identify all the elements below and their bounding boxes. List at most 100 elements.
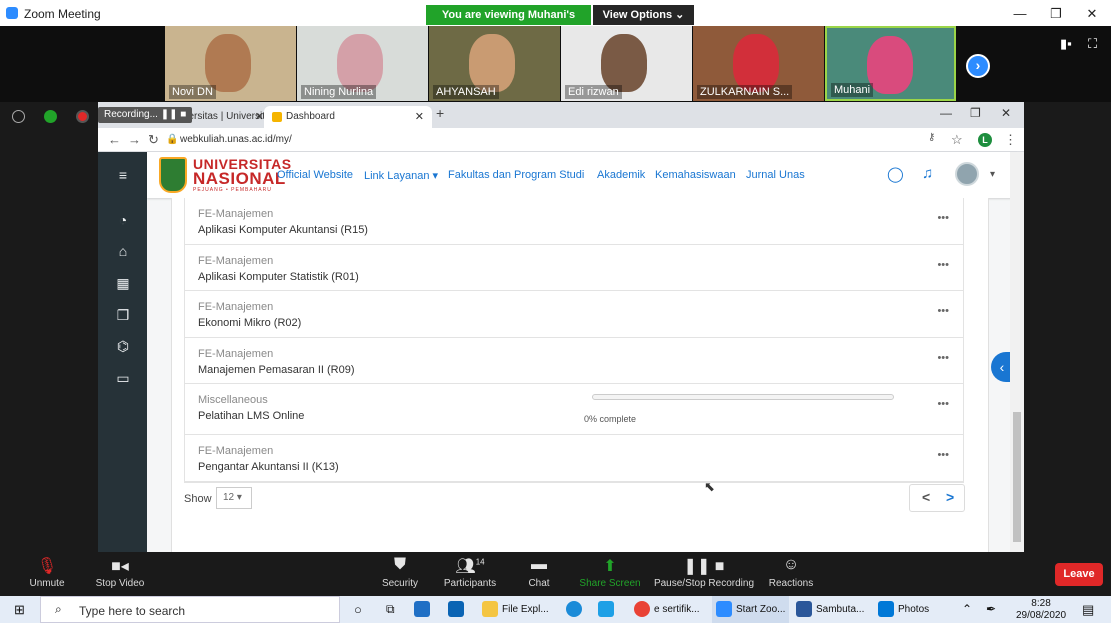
pause-stop-recording-button[interactable]: ❚❚ ■ Pause/Stop Recording xyxy=(652,556,756,589)
mail-icon[interactable] xyxy=(448,596,468,623)
taskbar-app[interactable]: Photos xyxy=(878,596,929,623)
page-size-select[interactable]: 12 ▾ xyxy=(216,487,252,509)
files-icon[interactable]: ❐ xyxy=(115,307,131,324)
bookmark-star-icon[interactable]: ☆ xyxy=(951,132,963,148)
reactions-label: Reactions xyxy=(768,578,814,589)
user-menu-caret-icon[interactable]: ▾ xyxy=(990,169,995,180)
page-scrollbar[interactable] xyxy=(1010,152,1024,552)
minimize-icon[interactable]: — xyxy=(1010,6,1030,21)
participant-tile-active-speaker[interactable]: Muhani xyxy=(825,26,956,101)
tab-close-icon[interactable]: ✕ xyxy=(415,106,424,128)
hamburger-menu-icon[interactable]: ≡ xyxy=(115,167,131,183)
list-item[interactable]: FE-Manajemen Aplikasi Komputer Akuntansi… xyxy=(185,198,963,245)
course-title[interactable]: Aplikasi Komputer Statistik (R01) xyxy=(198,271,359,283)
user-avatar[interactable] xyxy=(955,162,979,186)
calendar-icon[interactable]: ▦ xyxy=(115,275,131,292)
participants-button[interactable]: 👥︎14 Participants xyxy=(440,556,500,589)
browser-minimize-icon[interactable]: — xyxy=(940,106,952,120)
new-tab-icon[interactable]: + xyxy=(436,105,444,121)
recording-pill[interactable]: Recording... ❚❚ ■ xyxy=(98,107,193,123)
close-icon[interactable]: ✕ xyxy=(1082,6,1102,22)
fullscreen-icon[interactable]: ⛶ xyxy=(1088,36,1097,52)
key-icon[interactable]: ⚷ xyxy=(928,132,935,143)
taskbar-search-box[interactable]: ⌕ Type here to search xyxy=(40,596,340,623)
taskbar-app[interactable]: Sambuta... xyxy=(796,596,864,623)
stop-video-button[interactable]: ■◂ Stop Video xyxy=(90,556,150,589)
course-title[interactable]: Manajemen Pemasaran II (R09) xyxy=(198,364,355,376)
participant-tile[interactable]: AHYANSAH xyxy=(429,26,560,101)
store-icon[interactable] xyxy=(414,596,434,623)
dashboard-gauge-icon[interactable]: ◔ xyxy=(115,212,131,228)
taskbar-clock[interactable]: 8:28 29/08/2020 xyxy=(1016,598,1066,622)
course-title[interactable]: Ekonomi Mikro (R02) xyxy=(198,317,301,329)
view-options-button[interactable]: View Options ⌄ xyxy=(593,5,694,25)
chat-button[interactable]: ▬ Chat xyxy=(522,556,556,589)
reactions-button[interactable]: ☺ Reactions xyxy=(766,556,816,589)
windows-start-icon[interactable]: ⊞ xyxy=(14,596,25,623)
university-logo[interactable] xyxy=(159,157,187,193)
unmute-button[interactable]: 🎙︎ Unmute xyxy=(22,556,72,589)
participant-tile[interactable]: Novi DN xyxy=(165,26,296,101)
messages-icon[interactable]: ◯ xyxy=(887,165,904,183)
list-item[interactable]: FE-Manajemen Ekonomi Mikro (R02) ••• xyxy=(185,291,963,338)
notifications-bell-icon[interactable]: ♫ xyxy=(922,165,933,182)
course-actions-icon[interactable]: ••• xyxy=(937,305,949,317)
nav-kemahasiswaan[interactable]: Kemahasiswaan xyxy=(655,169,736,181)
list-item[interactable]: FE-Manajemen Pengantar Akuntansi II (K13… xyxy=(185,435,963,482)
course-category: FE-Manajemen xyxy=(198,445,274,457)
graduation-cap-icon[interactable]: ⌬ xyxy=(115,338,131,355)
browser-tab-active[interactable]: Dashboard ✕ xyxy=(264,106,432,128)
encryption-shield-icon[interactable] xyxy=(44,110,57,123)
nav-link-layanan[interactable]: Link Layanan ▾ xyxy=(364,169,438,182)
notification-center-icon[interactable]: ▤ xyxy=(1082,596,1094,623)
course-title[interactable]: Aplikasi Komputer Akuntansi (R15) xyxy=(198,224,368,236)
list-item[interactable]: FE-Manajemen Aplikasi Komputer Statistik… xyxy=(185,245,963,291)
course-actions-icon[interactable]: ••• xyxy=(937,449,949,461)
next-page-button[interactable]: > xyxy=(946,489,954,505)
nav-official-website[interactable]: Official Website xyxy=(277,169,353,181)
task-view-icon[interactable]: ⧉ xyxy=(386,596,395,623)
browser-restore-icon[interactable]: ❐ xyxy=(970,106,981,120)
info-icon[interactable] xyxy=(12,110,25,123)
lms-icon[interactable] xyxy=(598,596,618,623)
taskbar-app[interactable]: e sertifik... xyxy=(634,596,700,623)
previous-page-button[interactable]: < xyxy=(922,489,930,505)
taskbar-app[interactable]: Start Zoo... xyxy=(712,596,790,623)
pen-icon[interactable]: ✒ xyxy=(986,596,996,623)
forward-icon[interactable]: → xyxy=(128,132,141,147)
edge-icon[interactable] xyxy=(566,596,586,623)
taskbar-app[interactable]: File Expl... xyxy=(482,596,549,623)
list-item[interactable]: Miscellaneous Pelatihan LMS Online 0% co… xyxy=(185,384,963,435)
profile-avatar[interactable]: L xyxy=(978,133,992,147)
folder-icon[interactable]: ▭ xyxy=(115,370,131,387)
home-icon[interactable]: ⌂ xyxy=(115,243,131,259)
leave-button[interactable]: Leave xyxy=(1055,563,1103,586)
security-button[interactable]: ⛊ Security xyxy=(378,556,422,589)
course-actions-icon[interactable]: ••• xyxy=(937,352,949,364)
gallery-next-button[interactable]: › xyxy=(966,54,990,78)
participant-tile[interactable]: Nining Nurlina xyxy=(297,26,428,101)
reload-icon[interactable]: ↻ xyxy=(148,132,159,148)
participant-tile[interactable]: Edi rizwan xyxy=(561,26,692,101)
course-actions-icon[interactable]: ••• xyxy=(937,398,949,410)
layout-icon[interactable]: ▮▪ xyxy=(1060,36,1072,52)
nav-akademik[interactable]: Akademik xyxy=(597,169,645,181)
course-actions-icon[interactable]: ••• xyxy=(937,212,949,224)
tray-chevron-icon[interactable]: ⌃ xyxy=(962,596,972,623)
nav-jurnal-unas[interactable]: Jurnal Unas xyxy=(746,169,805,181)
cortana-icon[interactable]: ○ xyxy=(354,596,362,623)
browser-menu-icon[interactable]: ⋮ xyxy=(1004,132,1017,148)
participant-tile[interactable]: ZULKARNAIN S... xyxy=(693,26,824,101)
url-field[interactable]: webkuliah.unas.ac.id/my/ xyxy=(180,134,292,145)
course-actions-icon[interactable]: ••• xyxy=(937,259,949,271)
nav-fakultas[interactable]: Fakultas dan Program Studi xyxy=(448,169,584,181)
course-title[interactable]: Pelatihan LMS Online xyxy=(198,410,304,422)
share-screen-button[interactable]: ⬆︎ Share Screen xyxy=(578,556,642,589)
restore-icon[interactable]: ❐ xyxy=(1046,6,1066,22)
tab-close-icon[interactable]: ✕ xyxy=(255,106,264,128)
back-icon[interactable]: ← xyxy=(108,132,121,147)
list-item[interactable]: FE-Manajemen Manajemen Pemasaran II (R09… xyxy=(185,338,963,384)
scroll-thumb[interactable] xyxy=(1013,412,1021,542)
browser-close-icon[interactable]: ✕ xyxy=(1001,106,1011,120)
course-title[interactable]: Pengantar Akuntansi II (K13) xyxy=(198,461,339,473)
